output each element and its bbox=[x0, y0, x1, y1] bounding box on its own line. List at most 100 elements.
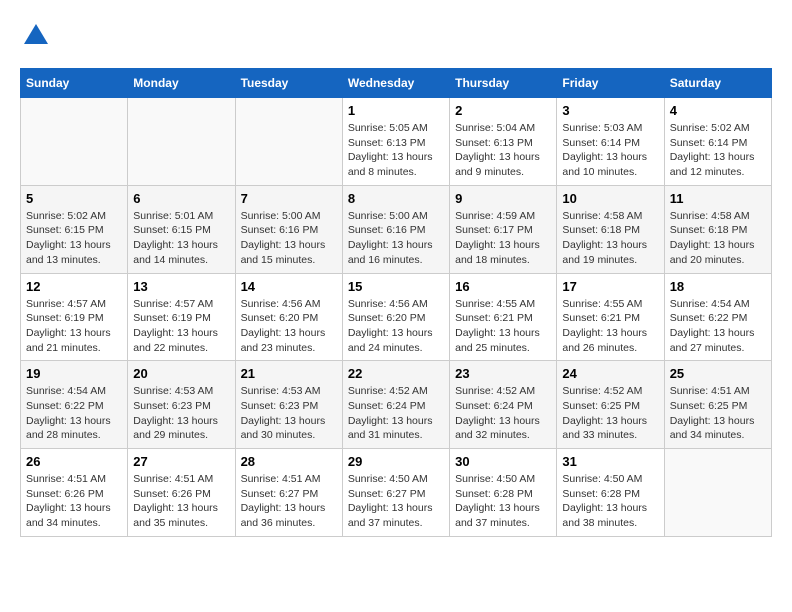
calendar-cell: 11 Sunrise: 4:58 AMSunset: 6:18 PMDaylig… bbox=[664, 185, 771, 273]
calendar-cell: 2 Sunrise: 5:04 AMSunset: 6:13 PMDayligh… bbox=[450, 98, 557, 186]
calendar-cell: 30 Sunrise: 4:50 AMSunset: 6:28 PMDaylig… bbox=[450, 449, 557, 537]
day-info: Sunrise: 4:58 AMSunset: 6:18 PMDaylight:… bbox=[562, 209, 658, 268]
calendar-cell: 27 Sunrise: 4:51 AMSunset: 6:26 PMDaylig… bbox=[128, 449, 235, 537]
calendar-cell: 13 Sunrise: 4:57 AMSunset: 6:19 PMDaylig… bbox=[128, 273, 235, 361]
day-number: 29 bbox=[348, 454, 444, 469]
calendar-cell: 29 Sunrise: 4:50 AMSunset: 6:27 PMDaylig… bbox=[342, 449, 449, 537]
day-info: Sunrise: 4:58 AMSunset: 6:18 PMDaylight:… bbox=[670, 209, 766, 268]
day-info: Sunrise: 5:02 AMSunset: 6:14 PMDaylight:… bbox=[670, 121, 766, 180]
day-number: 20 bbox=[133, 366, 229, 381]
day-info: Sunrise: 4:51 AMSunset: 6:26 PMDaylight:… bbox=[26, 472, 122, 531]
column-header-wednesday: Wednesday bbox=[342, 69, 449, 98]
day-info: Sunrise: 5:00 AMSunset: 6:16 PMDaylight:… bbox=[241, 209, 337, 268]
column-header-tuesday: Tuesday bbox=[235, 69, 342, 98]
calendar-cell: 24 Sunrise: 4:52 AMSunset: 6:25 PMDaylig… bbox=[557, 361, 664, 449]
day-info: Sunrise: 4:52 AMSunset: 6:24 PMDaylight:… bbox=[348, 384, 444, 443]
day-number: 10 bbox=[562, 191, 658, 206]
day-number: 27 bbox=[133, 454, 229, 469]
calendar-cell: 10 Sunrise: 4:58 AMSunset: 6:18 PMDaylig… bbox=[557, 185, 664, 273]
day-number: 1 bbox=[348, 103, 444, 118]
day-info: Sunrise: 4:51 AMSunset: 6:26 PMDaylight:… bbox=[133, 472, 229, 531]
day-info: Sunrise: 4:55 AMSunset: 6:21 PMDaylight:… bbox=[562, 297, 658, 356]
calendar-cell: 12 Sunrise: 4:57 AMSunset: 6:19 PMDaylig… bbox=[21, 273, 128, 361]
day-number: 12 bbox=[26, 279, 122, 294]
day-number: 11 bbox=[670, 191, 766, 206]
logo bbox=[20, 20, 56, 52]
day-number: 23 bbox=[455, 366, 551, 381]
calendar-cell: 5 Sunrise: 5:02 AMSunset: 6:15 PMDayligh… bbox=[21, 185, 128, 273]
day-info: Sunrise: 5:02 AMSunset: 6:15 PMDaylight:… bbox=[26, 209, 122, 268]
day-number: 13 bbox=[133, 279, 229, 294]
calendar-cell: 1 Sunrise: 5:05 AMSunset: 6:13 PMDayligh… bbox=[342, 98, 449, 186]
day-number: 2 bbox=[455, 103, 551, 118]
day-info: Sunrise: 4:54 AMSunset: 6:22 PMDaylight:… bbox=[670, 297, 766, 356]
calendar-cell bbox=[128, 98, 235, 186]
calendar-cell: 15 Sunrise: 4:56 AMSunset: 6:20 PMDaylig… bbox=[342, 273, 449, 361]
calendar-week-row: 5 Sunrise: 5:02 AMSunset: 6:15 PMDayligh… bbox=[21, 185, 772, 273]
day-info: Sunrise: 5:04 AMSunset: 6:13 PMDaylight:… bbox=[455, 121, 551, 180]
column-header-friday: Friday bbox=[557, 69, 664, 98]
day-info: Sunrise: 4:50 AMSunset: 6:28 PMDaylight:… bbox=[455, 472, 551, 531]
calendar-cell bbox=[235, 98, 342, 186]
calendar-week-row: 12 Sunrise: 4:57 AMSunset: 6:19 PMDaylig… bbox=[21, 273, 772, 361]
day-number: 8 bbox=[348, 191, 444, 206]
day-number: 28 bbox=[241, 454, 337, 469]
calendar-header-row: SundayMondayTuesdayWednesdayThursdayFrid… bbox=[21, 69, 772, 98]
day-info: Sunrise: 4:54 AMSunset: 6:22 PMDaylight:… bbox=[26, 384, 122, 443]
column-header-monday: Monday bbox=[128, 69, 235, 98]
day-number: 4 bbox=[670, 103, 766, 118]
calendar-cell: 3 Sunrise: 5:03 AMSunset: 6:14 PMDayligh… bbox=[557, 98, 664, 186]
day-number: 18 bbox=[670, 279, 766, 294]
calendar-week-row: 26 Sunrise: 4:51 AMSunset: 6:26 PMDaylig… bbox=[21, 449, 772, 537]
calendar-week-row: 1 Sunrise: 5:05 AMSunset: 6:13 PMDayligh… bbox=[21, 98, 772, 186]
calendar-cell: 31 Sunrise: 4:50 AMSunset: 6:28 PMDaylig… bbox=[557, 449, 664, 537]
calendar-cell: 7 Sunrise: 5:00 AMSunset: 6:16 PMDayligh… bbox=[235, 185, 342, 273]
calendar-cell: 17 Sunrise: 4:55 AMSunset: 6:21 PMDaylig… bbox=[557, 273, 664, 361]
page-header bbox=[20, 20, 772, 52]
day-number: 26 bbox=[26, 454, 122, 469]
day-number: 21 bbox=[241, 366, 337, 381]
day-info: Sunrise: 4:51 AMSunset: 6:27 PMDaylight:… bbox=[241, 472, 337, 531]
day-number: 9 bbox=[455, 191, 551, 206]
day-info: Sunrise: 4:50 AMSunset: 6:28 PMDaylight:… bbox=[562, 472, 658, 531]
day-info: Sunrise: 4:52 AMSunset: 6:25 PMDaylight:… bbox=[562, 384, 658, 443]
calendar-cell: 18 Sunrise: 4:54 AMSunset: 6:22 PMDaylig… bbox=[664, 273, 771, 361]
day-number: 16 bbox=[455, 279, 551, 294]
day-number: 3 bbox=[562, 103, 658, 118]
day-info: Sunrise: 4:57 AMSunset: 6:19 PMDaylight:… bbox=[26, 297, 122, 356]
calendar-cell: 20 Sunrise: 4:53 AMSunset: 6:23 PMDaylig… bbox=[128, 361, 235, 449]
day-number: 14 bbox=[241, 279, 337, 294]
day-info: Sunrise: 4:53 AMSunset: 6:23 PMDaylight:… bbox=[241, 384, 337, 443]
calendar-cell: 6 Sunrise: 5:01 AMSunset: 6:15 PMDayligh… bbox=[128, 185, 235, 273]
day-number: 31 bbox=[562, 454, 658, 469]
logo-icon bbox=[20, 20, 52, 52]
column-header-thursday: Thursday bbox=[450, 69, 557, 98]
day-number: 25 bbox=[670, 366, 766, 381]
day-number: 15 bbox=[348, 279, 444, 294]
calendar-cell: 19 Sunrise: 4:54 AMSunset: 6:22 PMDaylig… bbox=[21, 361, 128, 449]
day-number: 22 bbox=[348, 366, 444, 381]
day-info: Sunrise: 5:03 AMSunset: 6:14 PMDaylight:… bbox=[562, 121, 658, 180]
calendar-cell: 23 Sunrise: 4:52 AMSunset: 6:24 PMDaylig… bbox=[450, 361, 557, 449]
day-info: Sunrise: 4:57 AMSunset: 6:19 PMDaylight:… bbox=[133, 297, 229, 356]
day-info: Sunrise: 5:01 AMSunset: 6:15 PMDaylight:… bbox=[133, 209, 229, 268]
calendar-week-row: 19 Sunrise: 4:54 AMSunset: 6:22 PMDaylig… bbox=[21, 361, 772, 449]
calendar-cell: 26 Sunrise: 4:51 AMSunset: 6:26 PMDaylig… bbox=[21, 449, 128, 537]
calendar-cell: 21 Sunrise: 4:53 AMSunset: 6:23 PMDaylig… bbox=[235, 361, 342, 449]
day-number: 19 bbox=[26, 366, 122, 381]
day-info: Sunrise: 4:55 AMSunset: 6:21 PMDaylight:… bbox=[455, 297, 551, 356]
calendar-cell: 22 Sunrise: 4:52 AMSunset: 6:24 PMDaylig… bbox=[342, 361, 449, 449]
calendar-cell: 4 Sunrise: 5:02 AMSunset: 6:14 PMDayligh… bbox=[664, 98, 771, 186]
day-info: Sunrise: 4:56 AMSunset: 6:20 PMDaylight:… bbox=[241, 297, 337, 356]
day-number: 5 bbox=[26, 191, 122, 206]
column-header-sunday: Sunday bbox=[21, 69, 128, 98]
calendar-cell: 16 Sunrise: 4:55 AMSunset: 6:21 PMDaylig… bbox=[450, 273, 557, 361]
calendar-table: SundayMondayTuesdayWednesdayThursdayFrid… bbox=[20, 68, 772, 537]
day-info: Sunrise: 4:59 AMSunset: 6:17 PMDaylight:… bbox=[455, 209, 551, 268]
calendar-cell bbox=[664, 449, 771, 537]
day-number: 7 bbox=[241, 191, 337, 206]
day-info: Sunrise: 4:52 AMSunset: 6:24 PMDaylight:… bbox=[455, 384, 551, 443]
calendar-cell: 9 Sunrise: 4:59 AMSunset: 6:17 PMDayligh… bbox=[450, 185, 557, 273]
day-info: Sunrise: 4:53 AMSunset: 6:23 PMDaylight:… bbox=[133, 384, 229, 443]
day-number: 30 bbox=[455, 454, 551, 469]
